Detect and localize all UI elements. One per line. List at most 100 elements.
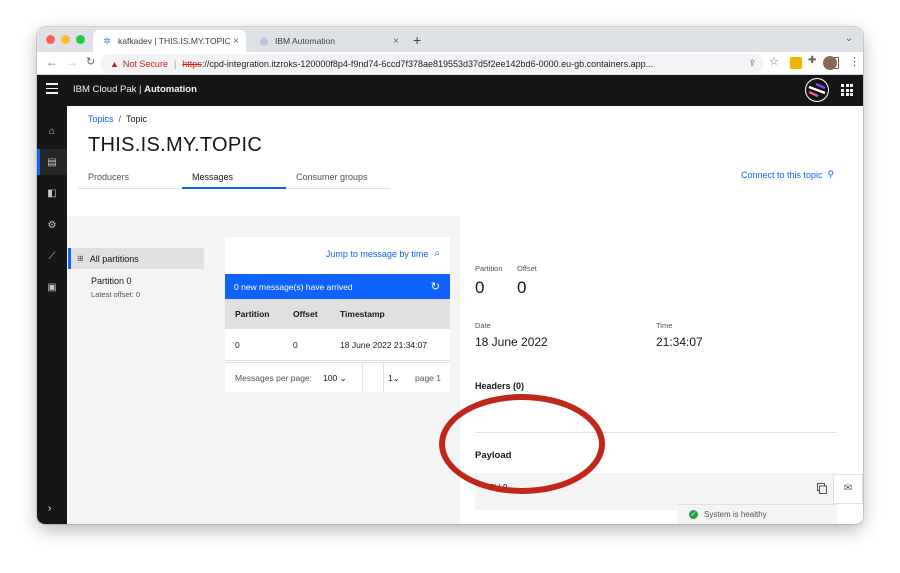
chevron-down-icon: ⌄ — [392, 373, 400, 383]
brand-separator: | — [136, 84, 145, 95]
payload-title: Payload — [475, 450, 512, 461]
url-scheme: https — [182, 58, 202, 69]
partition-latest-offset: Latest offset: 0 — [91, 290, 141, 299]
toolbox-icon[interactable]: ▣ — [45, 281, 59, 295]
forward-icon[interactable]: → — [66, 55, 78, 69]
tab-producers[interactable]: Producers — [78, 168, 182, 189]
extensions-puzzle-icon[interactable]: ✚ — [808, 55, 816, 66]
browser-window: ✲ kafkadev | THIS.IS.MY.TOPIC | × ◎ IBM … — [37, 27, 863, 524]
warning-icon: ▲ — [110, 58, 119, 69]
detail-offset-label: Offset — [517, 264, 537, 273]
integration-icon[interactable]: ◧ — [45, 187, 59, 201]
per-page-value: 100 — [323, 373, 338, 383]
expand-nav-icon[interactable]: › — [48, 503, 51, 514]
page-title: THIS.IS.MY.TOPIC — [88, 134, 263, 156]
browser-toolbar: ← → ↻ ▲ Not Secure | https ://cpd-integr… — [37, 52, 863, 75]
cell-partition: 0 — [235, 339, 240, 350]
page-select[interactable]: 1⌄ — [388, 373, 400, 384]
banner-text: 0 new message(s) have arrived — [234, 281, 353, 292]
close-window-button[interactable] — [46, 35, 55, 44]
all-partitions-item[interactable]: ⊞ All partitions — [68, 248, 204, 269]
copy-icon[interactable] — [817, 483, 827, 494]
cell-timestamp: 18 June 2022 21:34:07 — [340, 339, 427, 350]
column-header-offset[interactable]: Offset — [293, 299, 318, 329]
tab-label: IBM Automation — [275, 36, 336, 46]
back-icon[interactable]: ← — [46, 55, 58, 69]
jump-label: Jump to message by time — [325, 248, 429, 259]
grid-icon: ⊞ — [77, 254, 84, 263]
detail-time-value: 21:34:07 — [656, 335, 703, 349]
healthy-check-icon: ✓ — [689, 510, 698, 519]
product-name[interactable]: IBM Cloud Pak | Automation — [73, 84, 197, 95]
all-partitions-label: All partitions — [89, 253, 139, 264]
tab-messages[interactable]: Messages — [182, 168, 286, 189]
per-page-select[interactable]: 100 ⌄ — [323, 373, 347, 384]
tab-search-icon[interactable]: ⌄ — [845, 33, 853, 44]
breadcrumb-separator: / — [118, 114, 122, 124]
per-page-label: Messages per page: — [235, 373, 313, 383]
app-header: IBM Cloud Pak | Automation — [37, 75, 863, 106]
new-tab-button[interactable]: + — [413, 32, 421, 48]
hamburger-menu-icon[interactable] — [46, 83, 58, 97]
new-messages-banner: 0 new message(s) have arrived ↻ — [225, 274, 450, 299]
bookmark-star-icon[interactable]: ☆ — [769, 55, 779, 68]
extension-icon[interactable] — [790, 57, 802, 69]
monitoring-icon[interactable]: ⟋ — [45, 250, 59, 264]
tab-close-icon[interactable]: × — [230, 36, 242, 47]
automation-logo-icon[interactable] — [805, 78, 829, 102]
browser-tab-kafkadev[interactable]: ✲ kafkadev | THIS.IS.MY.TOPIC | × — [93, 30, 246, 52]
connection-icon: ⚲ — [827, 169, 835, 179]
cell-offset: 0 — [293, 339, 298, 350]
jump-to-message-button[interactable]: Jump to message by time ⌕ — [326, 248, 440, 259]
tab-strip: ✲ kafkadev | THIS.IS.MY.TOPIC | × ◎ IBM … — [37, 27, 863, 52]
left-nav-rail: ⌂ ▤ ◧ ⚙ ⟋ ▣ › — [37, 106, 67, 524]
browser-tab-ibm-automation[interactable]: ◎ IBM Automation × — [251, 30, 406, 52]
security-label: Not Secure — [122, 58, 168, 69]
share-icon[interactable]: ⇪ — [748, 58, 756, 69]
address-bar[interactable]: ▲ Not Secure | https ://cpd-integration.… — [100, 54, 764, 73]
more-menu-icon[interactable]: ⋮ — [849, 55, 860, 68]
detail-date-label: Date — [475, 321, 491, 330]
column-header-timestamp[interactable]: Timestamp — [340, 299, 385, 329]
app-switcher-icon[interactable] — [841, 84, 853, 96]
brand-prefix: IBM Cloud Pak — [73, 84, 137, 95]
main-content: Topics / Topic THIS.IS.MY.TOPIC Producers … — [67, 106, 863, 524]
profile-avatar[interactable] — [823, 56, 837, 70]
tab-favicon-icon: ✲ — [103, 35, 111, 46]
detail-partition-label: Partition — [475, 264, 503, 273]
detail-partition-value: 0 — [475, 278, 485, 297]
pager-divider — [362, 363, 363, 393]
event-streams-icon[interactable]: ▤ — [45, 156, 59, 170]
payload-value: HELLO — [485, 484, 508, 492]
minimize-window-button[interactable] — [61, 35, 70, 44]
tab-label: kafkadev | THIS.IS.MY.TOPIC | — [118, 36, 230, 46]
breadcrumb-topics-link[interactable]: Topics — [88, 114, 114, 124]
connect-label: Connect to this topic — [741, 169, 823, 180]
pagination: Messages per page: 100 ⌄ 1⌄ page 1 — [225, 362, 450, 393]
consumer-groups-icon[interactable]: ⚙ — [45, 219, 59, 233]
maximize-window-button[interactable] — [76, 35, 85, 44]
health-label: System is healthy — [704, 510, 767, 519]
table-row[interactable]: 0 0 18 June 2022 21:34:07 — [225, 329, 450, 361]
tab-favicon-icon: ◎ — [260, 35, 268, 46]
url-text: ://cpd-integration.itzroks-120000f8p4-f9… — [201, 58, 654, 69]
detail-date-value: 18 June 2022 — [475, 335, 548, 349]
page-label: page 1 — [415, 373, 441, 383]
refresh-icon[interactable]: ↻ — [431, 280, 440, 293]
detail-time-label: Time — [656, 321, 673, 330]
feedback-icon[interactable]: ✉ — [833, 474, 863, 504]
topic-tabs: Producers Messages Consumer groups — [78, 168, 390, 189]
messages-table: Jump to message by time ⌕ 0 new message(… — [225, 237, 450, 393]
system-health-status[interactable]: ✓ System is healthy — [677, 504, 837, 524]
column-header-partition[interactable]: Partition — [235, 299, 269, 329]
tab-consumer-groups[interactable]: Consumer groups — [286, 168, 390, 189]
connect-to-topic-link[interactable]: Connect to this topic ⚲ — [741, 169, 834, 180]
partition-item[interactable]: Partition 0 — [91, 276, 132, 286]
chevron-down-icon: ⌄ — [339, 373, 347, 383]
breadcrumb: Topics / Topic — [88, 114, 147, 124]
brand-name: Automation — [144, 84, 197, 95]
tab-close-icon[interactable]: × — [390, 36, 402, 47]
reload-icon[interactable]: ↻ — [86, 55, 95, 68]
headers-title: Headers (0) — [475, 381, 525, 391]
home-icon[interactable]: ⌂ — [45, 125, 59, 139]
